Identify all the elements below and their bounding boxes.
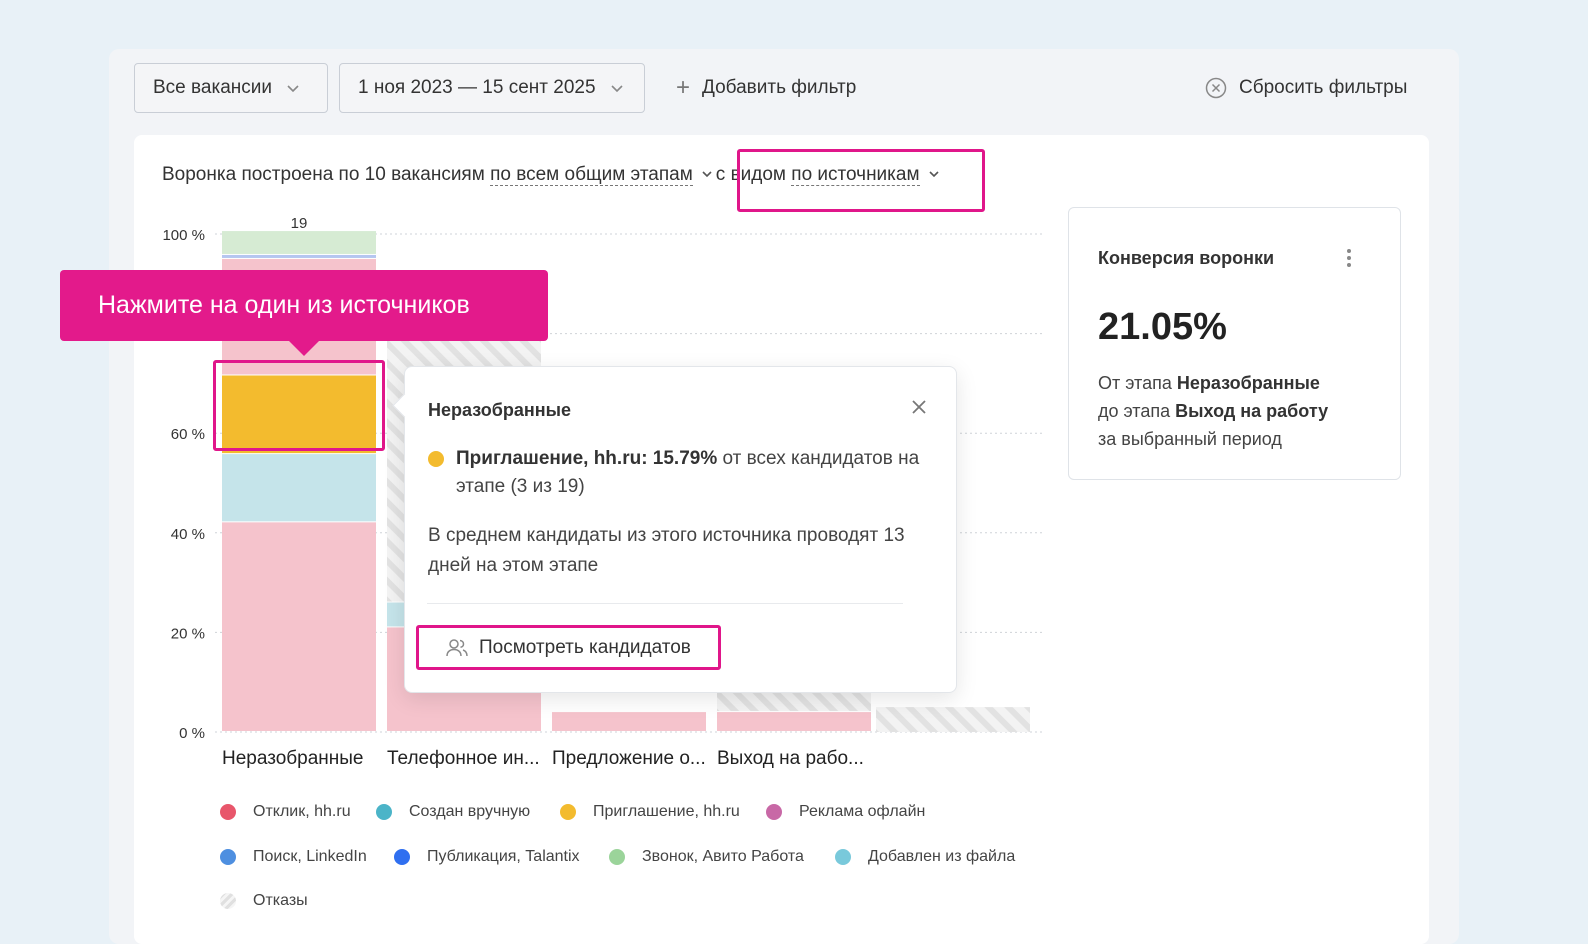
tour-callout-text: Нажмите на один из источников [98,291,470,319]
source-popup: Неразобранные Приглашение, hh.ru: 15.79%… [392,366,957,693]
legend-item[interactable]: Отказы [220,892,308,910]
bar-segment[interactable] [717,712,871,731]
x-category-label: Неразобранные [222,748,364,769]
legend-label: Публикация, Talantix [427,848,580,865]
legend-item[interactable]: Поиск, LinkedIn [220,848,367,866]
legend-color-dot [766,804,782,820]
legend-item[interactable]: Отклик, hh.ru [220,803,351,821]
x-category-label: Выход на рабо... [717,748,864,769]
legend-label: Поиск, LinkedIn [253,848,367,865]
bar-segment [876,707,1030,732]
close-icon[interactable] [907,395,931,419]
view-candidates-button[interactable]: Посмотреть кандидатов [416,625,721,670]
from-text: От этапа [1098,373,1172,393]
conversion-description: От этапа Неразобранные до этапа Выход на… [1098,369,1388,453]
popup-title: Неразобранные [428,400,571,420]
legend-label: Создан вручную [409,803,531,820]
legend-label: Звонок, Авито Работа [642,848,804,865]
from-stage: Неразобранные [1176,373,1320,393]
bar-segment[interactable] [222,454,376,522]
popup-divider [427,603,903,604]
legend-color-dot [609,849,625,865]
legend-color-dot [220,893,236,909]
conversion-value: 21.05% [1098,306,1227,348]
x-category-label: Телефонное ин... [387,748,540,769]
legend-color-dot [560,804,576,820]
to-stage: Выход на работу [1175,401,1329,421]
popup-source-text: Приглашение, hh.ru: 15.79% от всех канди… [456,445,926,501]
popup-source-name: Приглашение, hh.ru: 15.79% [456,448,718,469]
bar-segment[interactable] [222,254,376,258]
bar-segment[interactable] [222,522,376,731]
y-tick-label: 60 % [171,426,205,443]
legend-color-dot [376,804,392,820]
people-icon [446,638,468,656]
y-tick-label: 40 % [171,526,205,543]
tour-callout: Нажмите на один из источников [60,270,548,341]
legend-item[interactable]: Добавлен из файла [835,848,1015,866]
bar-segment[interactable] [552,712,706,731]
source-segment-highlight[interactable] [213,360,385,451]
to-text: до этапа [1098,401,1171,421]
legend-color-dot [835,849,851,865]
legend-label: Добавлен из файла [868,848,1016,865]
conversion-title: Конверсия воронки [1098,248,1275,268]
legend-color-dot [220,804,236,820]
y-tick-label: 100 % [162,227,205,244]
more-vertical-icon[interactable] [1346,248,1356,272]
source-color-dot [428,451,444,467]
legend-item[interactable]: Публикация, Talantix [394,848,580,866]
y-tick-label: 20 % [171,625,205,642]
bar-segment[interactable] [222,231,376,254]
legend-color-dot [394,849,410,865]
popup-average-text: В среднем кандидаты из этого источника п… [428,525,905,576]
period-text: за выбранный период [1098,429,1282,449]
bar-total-label: 19 [291,215,308,232]
legend-label: Отклик, hh.ru [253,803,351,820]
legend-item[interactable]: Создан вручную [376,803,530,821]
legend-label: Приглашение, hh.ru [593,803,740,820]
conversion-card: Конверсия воронки 21.05% От этапа Неразо… [1068,207,1401,480]
legend-label: Отказы [253,892,308,909]
legend-item[interactable]: Звонок, Авито Работа [609,848,804,866]
x-category-label: Предложение о... [552,748,706,769]
y-tick-label: 0 % [179,725,205,742]
view-candidates-label: Посмотреть кандидатов [479,636,691,658]
legend-label: Реклама офлайн [799,803,926,820]
legend-item[interactable]: Реклама офлайн [766,803,925,821]
tour-callout-tail [288,340,320,356]
legend-color-dot [220,849,236,865]
legend-item[interactable]: Приглашение, hh.ru [560,803,740,821]
